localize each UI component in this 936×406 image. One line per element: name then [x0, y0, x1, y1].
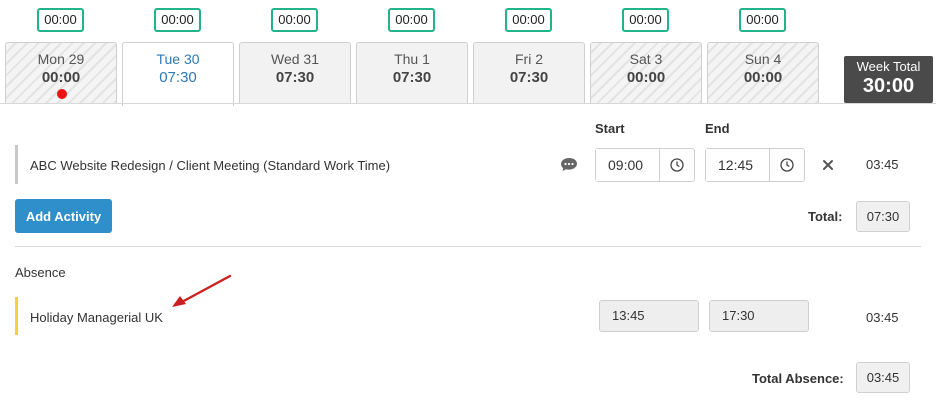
- activity-duration: 03:45: [866, 157, 899, 172]
- alert-dot-icon: [57, 89, 67, 99]
- day-badge-fri: 00:00: [505, 8, 552, 32]
- day-tab-fri[interactable]: Fri 2 07:30: [473, 42, 585, 104]
- day-name: Tue 30: [156, 51, 200, 67]
- day-hours: 00:00: [626, 69, 666, 86]
- day-badge-sun: 00:00: [739, 8, 786, 32]
- week-total-label: Week Total: [856, 59, 921, 74]
- tab-baseline: [0, 103, 936, 104]
- add-activity-button[interactable]: Add Activity: [15, 199, 112, 233]
- section-divider: [15, 246, 921, 247]
- week-total: Week Total 30:00: [844, 56, 933, 103]
- end-time-group: [705, 148, 805, 182]
- day-name: Wed 31: [271, 51, 319, 67]
- end-time-input[interactable]: [706, 149, 770, 181]
- day-tab-sun[interactable]: Sun 4 00:00: [707, 42, 819, 104]
- day-hours: 00:00: [743, 69, 783, 86]
- absence-heading: Absence: [15, 265, 66, 280]
- clock-icon: [670, 158, 684, 172]
- activity-row-marker: [15, 145, 18, 184]
- day-tab-tue[interactable]: Tue 30 07:30: [122, 42, 234, 106]
- day-badge-wed: 00:00: [271, 8, 318, 32]
- close-icon[interactable]: [820, 157, 836, 173]
- absence-title: Holiday Managerial UK: [30, 310, 163, 325]
- day-tab-wed[interactable]: Wed 31 07:30: [239, 42, 351, 104]
- day-hours: 07:30: [509, 69, 549, 86]
- start-clock-button[interactable]: [660, 149, 694, 181]
- activity-title: ABC Website Redesign / Client Meeting (S…: [30, 158, 391, 173]
- start-column-label: Start: [595, 121, 625, 136]
- day-hours: 00:00: [41, 69, 81, 86]
- total-value: 07:30: [856, 201, 910, 232]
- start-time-group: [595, 148, 695, 182]
- day-hours: 07:30: [275, 69, 315, 86]
- day-tab-sat[interactable]: Sat 3 00:00: [590, 42, 702, 104]
- day-tab-thu[interactable]: Thu 1 07:30: [356, 42, 468, 104]
- absence-row-marker: [15, 297, 18, 335]
- annotation-arrow-icon: [172, 274, 232, 307]
- week-total-value: 30:00: [862, 75, 915, 97]
- day-name: Sat 3: [629, 51, 663, 67]
- total-absence-value: 03:45: [856, 362, 910, 393]
- day-name: Fri 2: [515, 51, 543, 67]
- total-absence-label: Total Absence:: [752, 371, 844, 386]
- day-name: Thu 1: [394, 51, 430, 67]
- day-badge-mon: 00:00: [37, 8, 84, 32]
- absence-end-time: 17:30: [709, 300, 809, 332]
- start-time-input[interactable]: [596, 149, 660, 181]
- total-label: Total:: [808, 209, 843, 224]
- day-name: Sun 4: [744, 51, 782, 67]
- day-badge-sat: 00:00: [622, 8, 669, 32]
- day-hours: 07:30: [392, 69, 432, 86]
- end-clock-button[interactable]: [770, 149, 804, 181]
- day-badge-tue: 00:00: [154, 8, 201, 32]
- day-badge-thu: 00:00: [388, 8, 435, 32]
- day-tab-mon[interactable]: Mon 29 00:00: [5, 42, 117, 104]
- absence-duration: 03:45: [866, 310, 899, 325]
- clock-icon: [780, 158, 794, 172]
- comment-icon[interactable]: [560, 157, 578, 172]
- end-column-label: End: [705, 121, 730, 136]
- day-hours: 07:30: [159, 69, 197, 86]
- day-name: Mon 29: [37, 51, 85, 67]
- absence-start-time: 13:45: [599, 300, 699, 332]
